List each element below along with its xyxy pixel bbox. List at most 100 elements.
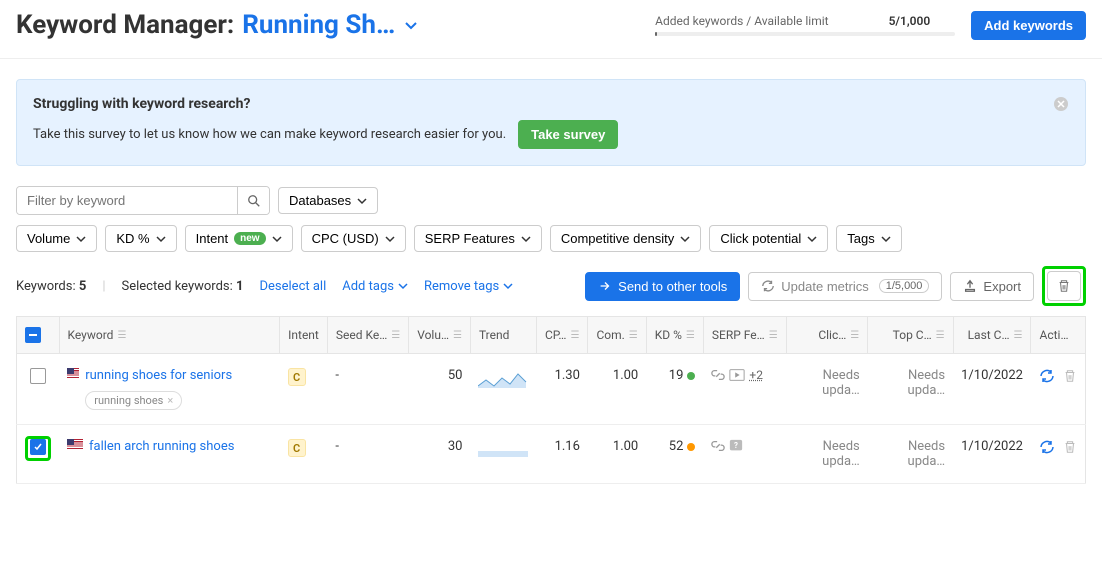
video-icon — [729, 368, 745, 382]
deselect-all-link[interactable]: Deselect all — [259, 279, 326, 294]
close-icon[interactable] — [1053, 96, 1069, 112]
limit-value: 5/1,000 — [889, 14, 931, 28]
selected-count: Selected keywords: 1 — [122, 279, 244, 294]
search-icon — [247, 194, 261, 208]
search-input[interactable] — [17, 187, 237, 214]
update-metrics-button[interactable]: Update metrics 1/5,000 — [748, 272, 942, 301]
row-checkbox[interactable] — [30, 368, 46, 384]
search-box — [16, 186, 270, 215]
top-cell: Needs upda… — [868, 425, 953, 484]
col-com[interactable]: Com.☰ — [588, 317, 646, 354]
col-kd[interactable]: KD %☰ — [646, 317, 703, 354]
limit-bar — [655, 32, 955, 36]
add-tags-link[interactable]: Add tags — [342, 279, 408, 294]
refresh-row-button[interactable] — [1039, 368, 1055, 384]
delete-row-button[interactable] — [1063, 440, 1077, 454]
col-top[interactable]: Top C…☰ — [868, 317, 953, 354]
chevron-down-icon — [680, 234, 690, 244]
chevron-down-icon — [385, 234, 395, 244]
serp-features: ? — [711, 439, 778, 453]
add-keywords-button[interactable]: Add keywords — [971, 11, 1086, 40]
cpc-filter[interactable]: CPC (USD) — [301, 225, 406, 252]
kd-cell: 52 — [646, 425, 703, 484]
seed-cell: - — [327, 425, 408, 484]
top-cell: Needs upda… — [868, 354, 953, 425]
chevron-down-icon — [357, 196, 367, 206]
keywords-table: Keyword☰ Intent Seed Ke…☰ Volu…☰ Trend C… — [16, 316, 1086, 484]
intent-badge: C — [288, 439, 306, 457]
last-cell: 1/10/2022 — [953, 425, 1031, 484]
col-last[interactable]: Last C…☰ — [953, 317, 1031, 354]
header-checkbox[interactable] — [25, 327, 41, 343]
serp-filter[interactable]: SERP Features — [414, 225, 542, 252]
delete-highlight — [1042, 266, 1086, 306]
project-name[interactable]: Running Sh… — [242, 10, 395, 40]
trend-cell — [470, 425, 536, 484]
intent-badge: C — [288, 368, 306, 386]
col-click[interactable]: Clic…☰ — [786, 317, 868, 354]
serp-more[interactable]: +2 — [749, 368, 763, 382]
take-survey-button[interactable]: Take survey — [518, 120, 618, 149]
header: Keyword Manager: Running Sh… Added keywo… — [16, 0, 1086, 58]
col-keyword[interactable]: Keyword☰ — [59, 317, 280, 354]
seed-cell: - — [327, 354, 408, 425]
kd-dot — [687, 443, 695, 451]
remove-tags-link[interactable]: Remove tags — [424, 279, 513, 294]
last-cell: 1/10/2022 — [953, 354, 1031, 425]
chevron-down-icon — [807, 234, 817, 244]
kd-dot — [687, 372, 695, 380]
chevron-down-icon — [503, 281, 513, 291]
keyword-link[interactable]: fallen arch running shoes — [89, 439, 234, 454]
click-potential-filter[interactable]: Click potential — [709, 225, 828, 252]
com-cell: 1.00 — [588, 354, 646, 425]
col-cpc[interactable]: CP…☰ — [536, 317, 587, 354]
survey-banner: Struggling with keyword research? Take t… — [16, 79, 1086, 166]
question-icon: ? — [729, 439, 743, 453]
chevron-down-icon — [881, 234, 891, 244]
export-icon — [963, 279, 977, 293]
tag-chip[interactable]: running shoes × — [85, 391, 182, 410]
col-seed[interactable]: Seed Ke…☰ — [327, 317, 408, 354]
delete-button[interactable] — [1047, 271, 1081, 301]
checkbox-highlight — [25, 436, 51, 461]
chevron-down-icon — [272, 234, 282, 244]
kd-cell: 19 — [646, 354, 703, 425]
link-icon — [711, 368, 725, 382]
table-row: fallen arch running shoesC-301.161.0052?… — [17, 425, 1086, 484]
row-checkbox[interactable] — [30, 439, 46, 455]
col-serp[interactable]: SERP Fe…☰ — [703, 317, 786, 354]
banner-text: Take this survey to let us know how we c… — [33, 127, 506, 142]
col-volume[interactable]: Volu…☰ — [409, 317, 471, 354]
divider — [0, 58, 1102, 59]
send-to-tools-button[interactable]: Send to other tools — [585, 272, 740, 301]
delete-row-button[interactable] — [1063, 369, 1077, 383]
sort-icon: ☰ — [629, 330, 638, 341]
volume-cell: 30 — [409, 425, 471, 484]
cpc-cell: 1.30 — [536, 354, 587, 425]
col-intent[interactable]: Intent — [280, 317, 328, 354]
intent-filter[interactable]: Intentnew — [185, 225, 293, 252]
volume-cell: 50 — [409, 354, 471, 425]
sort-icon: ☰ — [453, 330, 462, 341]
col-checkbox[interactable] — [17, 317, 60, 354]
databases-filter[interactable]: Databases — [278, 187, 378, 214]
refresh-icon — [761, 279, 775, 293]
trash-icon — [1057, 279, 1071, 293]
limit-block: Added keywords / Available limit 5/1,000 — [655, 14, 955, 36]
serp-features: +2 — [711, 368, 778, 382]
sort-icon: ☰ — [850, 330, 859, 341]
link-icon — [711, 439, 725, 453]
export-button[interactable]: Export — [950, 272, 1034, 301]
chevron-down-icon — [398, 281, 408, 291]
tags-filter[interactable]: Tags — [836, 225, 901, 252]
trend-cell — [470, 354, 536, 425]
kd-filter[interactable]: KD % — [105, 225, 176, 252]
volume-filter[interactable]: Volume — [16, 225, 97, 252]
remove-tag-icon[interactable]: × — [167, 394, 173, 407]
competitive-filter[interactable]: Competitive density — [550, 225, 701, 252]
sort-icon: ☰ — [117, 330, 126, 341]
keyword-link[interactable]: running shoes for seniors — [85, 368, 232, 383]
refresh-row-button[interactable] — [1039, 439, 1055, 455]
search-button[interactable] — [237, 187, 269, 214]
chevron-down-icon[interactable] — [403, 17, 419, 33]
